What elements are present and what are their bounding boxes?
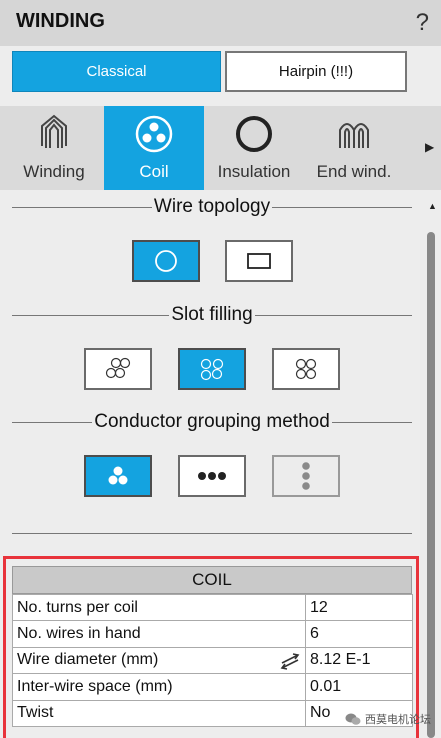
group-cluster-icon: [108, 466, 128, 485]
tab-coil-label: Coil: [139, 162, 169, 181]
coil-icon: [135, 115, 173, 153]
tab-end-winding-label: End wind.: [316, 162, 392, 181]
tab-winding-label: Winding: [23, 162, 85, 181]
slot-fill-option-2[interactable]: [178, 348, 246, 390]
slot-fill-option-3[interactable]: [272, 348, 340, 390]
section-divider: [12, 533, 412, 534]
tab-coil[interactable]: Coil: [104, 106, 204, 190]
coil-table: No. turns per coil 12 No. wires in hand …: [12, 593, 413, 727]
wires-in-hand-label: No. wires in hand: [12, 620, 306, 648]
turns-per-coil-label: No. turns per coil: [12, 593, 306, 622]
end-winding-icon: [339, 123, 369, 148]
grouping-option-cluster[interactable]: [84, 455, 152, 497]
rectangular-wire-button[interactable]: [225, 240, 293, 282]
table-row: No. turns per coil 12: [12, 593, 413, 622]
wire-diameter-label: Wire diameter (mm): [17, 650, 159, 668]
inter-wire-space-value[interactable]: 0.01: [305, 673, 413, 701]
watermark-text: 西莫电机论坛: [365, 714, 431, 726]
group-column-icon: [302, 462, 310, 490]
table-row: No. wires in hand 6: [12, 620, 413, 648]
grouping-option-column: [272, 455, 340, 497]
tab-end-winding[interactable]: End wind.: [304, 106, 404, 190]
wire-diameter-value[interactable]: 8.12 E-1: [305, 646, 413, 675]
wire-diameter-cell: Wire diameter (mm): [12, 646, 306, 675]
coil-table-title: COIL: [12, 566, 412, 594]
slot-filling-section-header: Slot filling: [12, 304, 413, 325]
help-button[interactable]: ?: [416, 9, 429, 37]
round-wire-icon: [155, 250, 177, 272]
table-row: Inter-wire space (mm) 0.01: [12, 673, 413, 701]
tab-winding[interactable]: Winding: [4, 106, 104, 190]
scroll-up-icon[interactable]: ▲: [428, 201, 437, 211]
inter-wire-space-label: Inter-wire space (mm): [12, 673, 306, 701]
rectangular-wire-icon: [247, 253, 271, 269]
classical-mode-button[interactable]: Classical: [12, 51, 221, 92]
insulation-ring-icon: [236, 116, 272, 152]
hairpin-mode-button[interactable]: Hairpin (!!!): [225, 51, 407, 92]
tab-insulation-label: Insulation: [217, 162, 291, 181]
slot-fill-a-icon: [105, 357, 131, 379]
conductor-grouping-label: Conductor grouping method: [94, 411, 330, 432]
twist-label: Twist: [12, 699, 306, 727]
table-row: Wire diameter (mm) 8.12 E-1: [12, 646, 413, 675]
slot-filling-label: Slot filling: [171, 304, 253, 325]
wire-topology-label: Wire topology: [153, 196, 271, 217]
slot-fill-b-icon: [200, 358, 224, 381]
conductor-grouping-section-header: Conductor grouping method: [12, 411, 413, 432]
round-wire-button[interactable]: [132, 240, 200, 282]
panel-title: WINDING: [16, 10, 105, 32]
slot-fill-option-1[interactable]: [84, 348, 152, 390]
winding-icon: [41, 114, 67, 148]
wires-in-hand-value[interactable]: 6: [305, 620, 413, 648]
wire-topology-section-header: Wire topology: [12, 196, 413, 217]
classical-mode-label: Classical: [86, 63, 147, 80]
hairpin-mode-label: Hairpin (!!!): [278, 63, 354, 80]
wechat-icon: [345, 713, 361, 725]
grouping-option-row[interactable]: [178, 455, 246, 497]
tab-scroll-right-icon[interactable]: ▶: [425, 140, 434, 154]
tab-insulation[interactable]: Insulation: [204, 106, 304, 190]
slot-fill-c-icon: [295, 358, 317, 380]
turns-per-coil-value[interactable]: 12: [305, 593, 413, 622]
watermark: 西莫电机论坛: [345, 711, 431, 727]
scrollbar-thumb[interactable]: [427, 232, 435, 738]
swap-arrows-icon[interactable]: [279, 652, 301, 670]
group-row-icon: [198, 472, 226, 480]
